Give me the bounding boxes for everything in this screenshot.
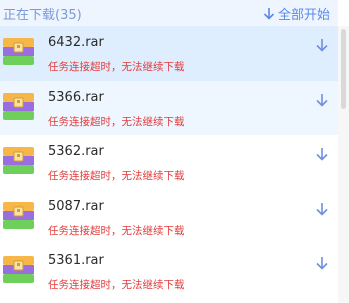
file-name: 5362.rar — [48, 144, 104, 159]
download-list: 6432.rar 任务连接超时，无法继续下载 5366.rar 任务连接超时，无… — [0, 26, 338, 299]
download-arrow-icon[interactable] — [314, 255, 330, 271]
file-name: 5087.rar — [48, 198, 104, 214]
start-all-button[interactable]: 全部开始 — [263, 4, 330, 23]
error-status: 任务连接超时，无法继续下载 — [48, 115, 185, 128]
error-status: 任务连接超时，无法继续下载 — [48, 224, 185, 237]
download-row[interactable]: 5366.rar 任务连接超时，无法继续下载 — [0, 80, 338, 135]
scrollbar-thumb[interactable] — [341, 29, 346, 109]
download-row[interactable]: 5361.rar 任务连接超时，无法继续下载 — [0, 244, 338, 299]
scrollbar[interactable] — [338, 26, 349, 303]
download-row[interactable]: 5362.rar 任务连接超时，无法继续下载 — [0, 135, 338, 190]
arrow-down-icon — [263, 7, 275, 20]
rar-archive-icon — [2, 90, 35, 123]
file-name: 5366.rar — [48, 89, 104, 105]
download-arrow-icon[interactable] — [314, 37, 330, 53]
file-name: 6432.rar — [48, 35, 104, 50]
download-arrow-icon[interactable] — [314, 92, 330, 108]
rar-archive-icon — [2, 144, 35, 177]
download-arrow-icon[interactable] — [314, 201, 330, 217]
download-panel: 正在下载(35) 全部开始 6432.rar 任务连接超时，无法继续下载 536… — [0, 0, 349, 303]
error-status: 任务连接超时，无法继续下载 — [48, 279, 185, 291]
rar-archive-icon — [2, 35, 35, 68]
downloading-title: 正在下载(35) — [3, 7, 82, 23]
download-row[interactable]: 6432.rar 任务连接超时，无法继续下载 — [0, 26, 338, 81]
start-all-label: 全部开始 — [277, 7, 330, 23]
download-row[interactable]: 5087.rar 任务连接超时，无法继续下载 — [0, 190, 338, 245]
rar-archive-icon — [2, 253, 35, 286]
download-header: 正在下载(35) 全部开始 — [0, 0, 338, 26]
error-status: 任务连接超时，无法继续下载 — [48, 170, 185, 182]
rar-archive-icon — [2, 199, 35, 232]
error-status: 任务连接超时，无法继续下载 — [48, 61, 185, 73]
download-arrow-icon[interactable] — [314, 146, 330, 162]
file-name: 5361.rar — [48, 253, 104, 268]
